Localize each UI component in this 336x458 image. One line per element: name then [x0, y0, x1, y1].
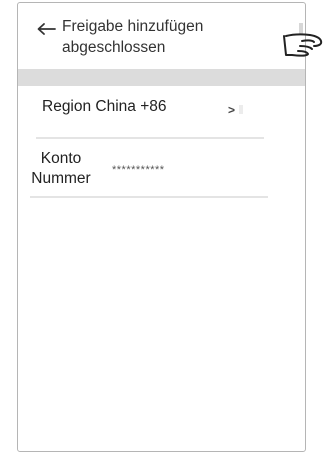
page-title: Freigabe hinzufügen abgeschlossen: [62, 16, 262, 58]
account-row: Konto Nummer ***********: [18, 145, 305, 197]
region-label: Region China +86: [42, 98, 167, 115]
account-number-value: ***********: [112, 164, 165, 176]
page-title-line1: Freigabe hinzufügen: [62, 18, 204, 35]
chevron-shadow: [239, 105, 243, 114]
phone-screen: Freigabe hinzufügen abgeschlossen Region…: [17, 2, 306, 452]
account-label-line1: Konto: [40, 150, 82, 167]
account-label: Konto Nummer: [26, 149, 96, 189]
section-separator: [18, 69, 305, 86]
region-row[interactable]: Region China +86 >: [18, 93, 305, 139]
header: Freigabe hinzufügen abgeschlossen: [18, 3, 305, 67]
account-label-line2: Nummer: [31, 170, 91, 187]
chevron-right-icon: >: [228, 103, 236, 117]
divider: [30, 196, 268, 198]
divider: [36, 137, 264, 139]
page-title-line2: abgeschlossen: [62, 39, 166, 56]
arrow-left-icon[interactable]: [36, 22, 56, 36]
pointing-hand-icon: [283, 33, 323, 57]
